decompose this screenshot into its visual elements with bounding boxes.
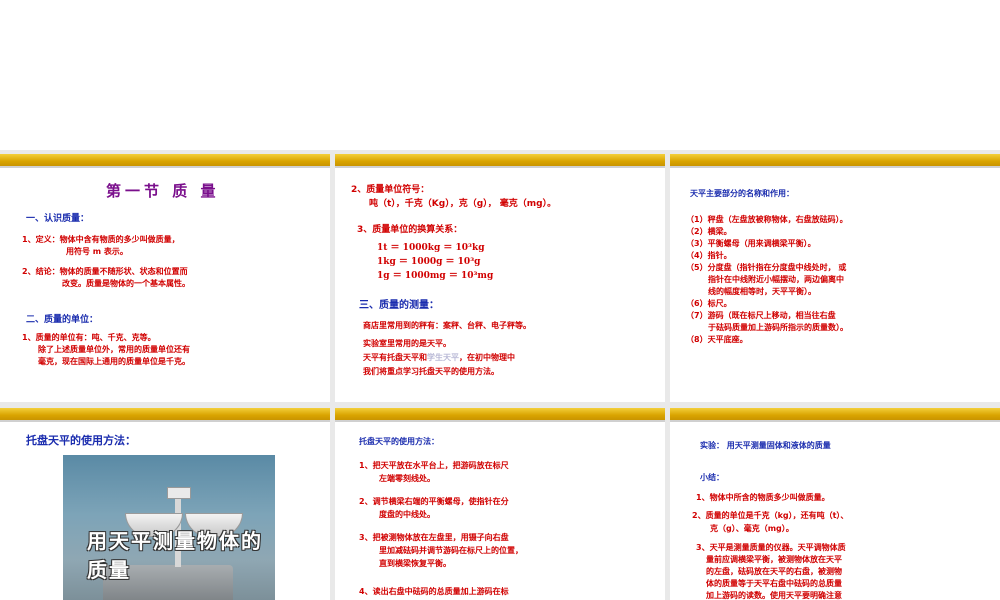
step-line: 4、读出右盘中砝码的总质量加上游码在标 [359, 587, 509, 596]
summary-line: 的左盘，砝码放在天平的右盘，被测物 [706, 567, 842, 576]
slide-3-balance-parts[interactable]: 天平主要部分的名称和作用： （1）秤盘（左盘放被称物体，右盘放砝码）。 （2）横… [670, 154, 1000, 402]
slide-title: 天平主要部分的名称和作用： [690, 189, 794, 198]
balance-knob-shape [167, 487, 191, 499]
summary-heading: 小结： [700, 473, 724, 482]
list-item: 指针在中线附近小幅摆动，两边偏离中 [708, 275, 844, 284]
text-line: 天平有托盘天平和学生天平，在初中物理中 [363, 352, 515, 363]
text-line: 2、结论：物体的质量不随形状、状态和位置而 [22, 267, 188, 276]
text-line: 用符号 m 表示。 [66, 247, 128, 256]
list-item: （4）指针。 [686, 251, 732, 260]
photo-caption: 用天平测量物体的质量 [87, 529, 263, 582]
step-line: 度盘的中线处。 [379, 510, 435, 519]
list-item: （8）天平底座。 [686, 335, 748, 344]
list-item: 于砝码质量加上游码所指示的质量数）。 [708, 323, 848, 332]
step-line: 3、把被测物体放在左盘里，用镊子向右盘 [359, 533, 509, 542]
step-line: 直到横梁恢复平衡。 [379, 559, 451, 568]
summary-line: 3、天平是测量质量的仪器。天平调物体质 [696, 543, 846, 552]
section-heading: 二、质量的单位： [26, 315, 99, 325]
text-fragment: 天平有托盘天平和 [363, 353, 427, 362]
list-item: （3）平衡螺母（用来调横梁平衡）。 [686, 239, 816, 248]
text-line: 商店里常用到的秤有：案秤、台秤、电子秤等。 [363, 321, 531, 330]
text-line: 1、质量的单位有：吨、千克、克等。 [22, 333, 156, 342]
text-line: 吨（t），千克（Kg），克（g）， 毫克（mg）。 [369, 199, 557, 209]
slide-header-bar [335, 154, 665, 168]
text-line: 3、质量单位的换算关系： [357, 225, 463, 235]
text-fragment: ，在初中物理中 [459, 353, 515, 362]
formula-line: 1g ＝ 1000mg ＝ 10³mg [377, 271, 494, 281]
text-line: 1、定义：物体中含有物质的多少叫做质量， [22, 235, 180, 244]
formula-line: 1kg ＝ 1000g ＝ 10³g [377, 257, 481, 267]
step-line: 里加减砝码并调节游码在标尺上的位置， [379, 546, 523, 555]
slide-title: 第一节 质 量 [106, 182, 220, 200]
list-item: （5）分度盘（指针指在分度盘中线处时， 或 [686, 263, 847, 272]
summary-line: 克（g）、毫克（mg）。 [710, 524, 794, 533]
slide-5-usage-steps[interactable]: 托盘天平的使用方法： 1、把天平放在水平台上，把游码放在标尺 左端零刻线处。 2… [335, 408, 665, 600]
section-heading: 一、认识质量： [26, 214, 90, 224]
slide-title: 托盘天平的使用方法： [359, 437, 439, 446]
slide-header-bar [670, 408, 1000, 422]
step-line: 2、调节横梁右端的平衡螺母，使指针在分 [359, 497, 509, 506]
list-item: （6）标尺。 [686, 299, 732, 308]
slide-title: 托盘天平的使用方法： [26, 434, 136, 447]
text-line: 实验室里常用的是天平。 [363, 339, 451, 348]
section-heading: 三、质量的测量： [359, 300, 439, 311]
text-fragment-faint: 学生天平 [427, 353, 459, 362]
slide-1-mass-intro[interactable]: 第一节 质 量 一、认识质量： 1、定义：物体中含有物质的多少叫做质量， 用符号… [0, 154, 330, 402]
summary-line: 1、物体中所含的物质多少叫做质量。 [696, 493, 830, 502]
slide-header-bar [335, 408, 665, 422]
text-line: 除了上述质量单位外，常用的质量单位还有 [38, 345, 190, 354]
slide-header-bar [0, 154, 330, 168]
summary-line: 加上游码的读数。使用天平要明确注意 [706, 591, 842, 600]
list-item: （1）秤盘（左盘放被称物体，右盘放砝码）。 [686, 215, 848, 224]
list-item: （7）游码（既在标尺上移动，相当往右盘 [686, 311, 836, 320]
step-line: 左端零刻线处。 [379, 474, 435, 483]
slide-header-bar [0, 408, 330, 422]
summary-line: 2、质量的单位是千克（kg），还有吨（t）、 [692, 511, 849, 520]
text-line: 毫克，现在国际上通用的质量单位是千克。 [38, 357, 190, 366]
text-line: 2、质量单位符号： [351, 185, 430, 195]
summary-line: 量前应调横梁平衡，被测物体放在天平 [706, 555, 842, 564]
list-item: 线的幅度相等时，天平平衡）。 [708, 287, 816, 296]
slide-2-mass-units[interactable]: 2、质量单位符号： 吨（t），千克（Kg），克（g）， 毫克（mg）。 3、质量… [335, 154, 665, 402]
formula-line: 1t ＝ 1000kg ＝ 10³kg [377, 243, 485, 253]
list-item: （2）横梁。 [686, 227, 732, 236]
step-line: 1、把天平放在水平台上，把游码放在标尺 [359, 461, 509, 470]
text-line: 我们将重点学习托盘天平的使用方法。 [363, 367, 499, 376]
slide-header-bar [670, 154, 1000, 168]
text-line: 改变。质量是物体的一个基本属性。 [62, 279, 190, 288]
balance-photo: 用天平测量物体的质量 [63, 455, 275, 600]
slide-6-experiment-summary[interactable]: 实验： 用天平测量固体和液体的质量 小结： 1、物体中所含的物质多少叫做质量。 … [670, 408, 1000, 600]
slide-title: 实验： 用天平测量固体和液体的质量 [700, 441, 831, 450]
slide-4-balance-photo[interactable]: 托盘天平的使用方法： 用天平测量物体的质量 [0, 408, 330, 600]
top-blank-area [0, 0, 1000, 150]
summary-line: 体的质量等于天平右盘中砝码的总质量 [706, 579, 842, 588]
